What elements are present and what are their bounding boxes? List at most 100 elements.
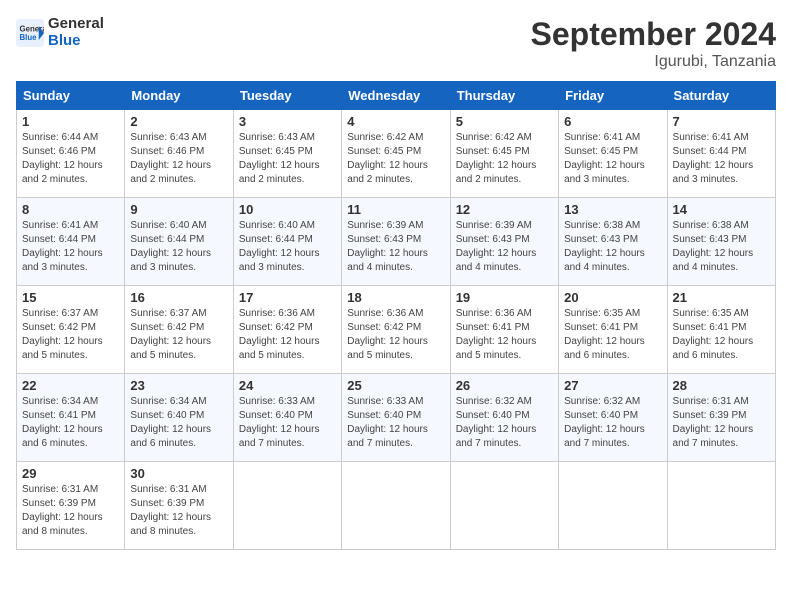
day-number: 2 [130,114,227,129]
day-info: Sunrise: 6:31 AMSunset: 6:39 PMDaylight:… [22,484,103,537]
calendar-cell: 16 Sunrise: 6:37 AMSunset: 6:42 PMDaylig… [125,286,233,374]
calendar-week-row: 22 Sunrise: 6:34 AMSunset: 6:41 PMDaylig… [17,374,776,462]
day-number: 4 [347,114,444,129]
day-info: Sunrise: 6:41 AMSunset: 6:45 PMDaylight:… [564,132,645,185]
day-number: 20 [564,290,661,305]
day-info: Sunrise: 6:41 AMSunset: 6:44 PMDaylight:… [22,220,103,273]
calendar-cell: 1 Sunrise: 6:44 AMSunset: 6:46 PMDayligh… [17,110,125,198]
day-number: 11 [347,202,444,217]
day-number: 27 [564,378,661,393]
day-number: 30 [130,466,227,481]
day-number: 18 [347,290,444,305]
calendar-cell: 10 Sunrise: 6:40 AMSunset: 6:44 PMDaylig… [233,198,341,286]
calendar-cell: 18 Sunrise: 6:36 AMSunset: 6:42 PMDaylig… [342,286,450,374]
day-info: Sunrise: 6:38 AMSunset: 6:43 PMDaylight:… [673,220,754,273]
calendar-cell: 13 Sunrise: 6:38 AMSunset: 6:43 PMDaylig… [559,198,667,286]
day-info: Sunrise: 6:33 AMSunset: 6:40 PMDaylight:… [239,396,320,449]
day-number: 25 [347,378,444,393]
day-info: Sunrise: 6:35 AMSunset: 6:41 PMDaylight:… [564,308,645,361]
calendar-cell: 3 Sunrise: 6:43 AMSunset: 6:45 PMDayligh… [233,110,341,198]
day-info: Sunrise: 6:40 AMSunset: 6:44 PMDaylight:… [239,220,320,273]
day-number: 1 [22,114,119,129]
day-number: 28 [673,378,770,393]
page-header: General Blue General Blue September 2024… [16,16,776,71]
day-info: Sunrise: 6:36 AMSunset: 6:41 PMDaylight:… [456,308,537,361]
calendar-cell: 2 Sunrise: 6:43 AMSunset: 6:46 PMDayligh… [125,110,233,198]
day-number: 5 [456,114,553,129]
calendar-cell: 23 Sunrise: 6:34 AMSunset: 6:40 PMDaylig… [125,374,233,462]
calendar-cell: 9 Sunrise: 6:40 AMSunset: 6:44 PMDayligh… [125,198,233,286]
day-info: Sunrise: 6:43 AMSunset: 6:45 PMDaylight:… [239,132,320,185]
day-info: Sunrise: 6:38 AMSunset: 6:43 PMDaylight:… [564,220,645,273]
day-number: 7 [673,114,770,129]
day-number: 16 [130,290,227,305]
day-number: 19 [456,290,553,305]
calendar-cell: 21 Sunrise: 6:35 AMSunset: 6:41 PMDaylig… [667,286,775,374]
calendar-cell: 17 Sunrise: 6:36 AMSunset: 6:42 PMDaylig… [233,286,341,374]
day-info: Sunrise: 6:35 AMSunset: 6:41 PMDaylight:… [673,308,754,361]
day-number: 23 [130,378,227,393]
calendar-cell: 22 Sunrise: 6:34 AMSunset: 6:41 PMDaylig… [17,374,125,462]
day-info: Sunrise: 6:42 AMSunset: 6:45 PMDaylight:… [456,132,537,185]
calendar-cell: 6 Sunrise: 6:41 AMSunset: 6:45 PMDayligh… [559,110,667,198]
day-number: 13 [564,202,661,217]
month-title: September 2024 [531,16,776,53]
calendar-cell: 19 Sunrise: 6:36 AMSunset: 6:41 PMDaylig… [450,286,558,374]
day-info: Sunrise: 6:31 AMSunset: 6:39 PMDaylight:… [673,396,754,449]
day-number: 8 [22,202,119,217]
calendar-cell [667,462,775,550]
day-number: 22 [22,378,119,393]
calendar-cell: 26 Sunrise: 6:32 AMSunset: 6:40 PMDaylig… [450,374,558,462]
day-info: Sunrise: 6:42 AMSunset: 6:45 PMDaylight:… [347,132,428,185]
logo-icon: General Blue [16,19,44,47]
day-number: 3 [239,114,336,129]
day-info: Sunrise: 6:36 AMSunset: 6:42 PMDaylight:… [347,308,428,361]
day-info: Sunrise: 6:33 AMSunset: 6:40 PMDaylight:… [347,396,428,449]
calendar-cell: 14 Sunrise: 6:38 AMSunset: 6:43 PMDaylig… [667,198,775,286]
calendar-cell: 7 Sunrise: 6:41 AMSunset: 6:44 PMDayligh… [667,110,775,198]
day-number: 12 [456,202,553,217]
logo: General Blue General Blue [16,16,104,49]
calendar-cell [233,462,341,550]
weekday-header-sunday: Sunday [17,82,125,110]
calendar-cell: 25 Sunrise: 6:33 AMSunset: 6:40 PMDaylig… [342,374,450,462]
weekday-header-row: SundayMondayTuesdayWednesdayThursdayFrid… [17,82,776,110]
calendar-cell: 15 Sunrise: 6:37 AMSunset: 6:42 PMDaylig… [17,286,125,374]
day-info: Sunrise: 6:37 AMSunset: 6:42 PMDaylight:… [130,308,211,361]
calendar-table: SundayMondayTuesdayWednesdayThursdayFrid… [16,81,776,550]
location-title: Igurubi, Tanzania [531,53,776,71]
weekday-header-wednesday: Wednesday [342,82,450,110]
calendar-week-row: 15 Sunrise: 6:37 AMSunset: 6:42 PMDaylig… [17,286,776,374]
day-number: 15 [22,290,119,305]
weekday-header-saturday: Saturday [667,82,775,110]
day-info: Sunrise: 6:41 AMSunset: 6:44 PMDaylight:… [673,132,754,185]
calendar-cell: 8 Sunrise: 6:41 AMSunset: 6:44 PMDayligh… [17,198,125,286]
calendar-week-row: 8 Sunrise: 6:41 AMSunset: 6:44 PMDayligh… [17,198,776,286]
day-number: 14 [673,202,770,217]
day-number: 26 [456,378,553,393]
logo-label: General Blue [48,16,104,49]
calendar-cell: 30 Sunrise: 6:31 AMSunset: 6:39 PMDaylig… [125,462,233,550]
calendar-cell [450,462,558,550]
day-number: 21 [673,290,770,305]
weekday-header-monday: Monday [125,82,233,110]
calendar-cell: 27 Sunrise: 6:32 AMSunset: 6:40 PMDaylig… [559,374,667,462]
weekday-header-friday: Friday [559,82,667,110]
calendar-cell: 24 Sunrise: 6:33 AMSunset: 6:40 PMDaylig… [233,374,341,462]
day-info: Sunrise: 6:32 AMSunset: 6:40 PMDaylight:… [456,396,537,449]
day-number: 9 [130,202,227,217]
calendar-cell: 11 Sunrise: 6:39 AMSunset: 6:43 PMDaylig… [342,198,450,286]
weekday-header-thursday: Thursday [450,82,558,110]
day-info: Sunrise: 6:44 AMSunset: 6:46 PMDaylight:… [22,132,103,185]
calendar-title-area: September 2024 Igurubi, Tanzania [531,16,776,71]
day-info: Sunrise: 6:34 AMSunset: 6:40 PMDaylight:… [130,396,211,449]
day-info: Sunrise: 6:40 AMSunset: 6:44 PMDaylight:… [130,220,211,273]
day-info: Sunrise: 6:43 AMSunset: 6:46 PMDaylight:… [130,132,211,185]
calendar-cell: 20 Sunrise: 6:35 AMSunset: 6:41 PMDaylig… [559,286,667,374]
day-info: Sunrise: 6:34 AMSunset: 6:41 PMDaylight:… [22,396,103,449]
day-number: 29 [22,466,119,481]
calendar-cell: 4 Sunrise: 6:42 AMSunset: 6:45 PMDayligh… [342,110,450,198]
calendar-week-row: 29 Sunrise: 6:31 AMSunset: 6:39 PMDaylig… [17,462,776,550]
calendar-cell: 12 Sunrise: 6:39 AMSunset: 6:43 PMDaylig… [450,198,558,286]
calendar-week-row: 1 Sunrise: 6:44 AMSunset: 6:46 PMDayligh… [17,110,776,198]
